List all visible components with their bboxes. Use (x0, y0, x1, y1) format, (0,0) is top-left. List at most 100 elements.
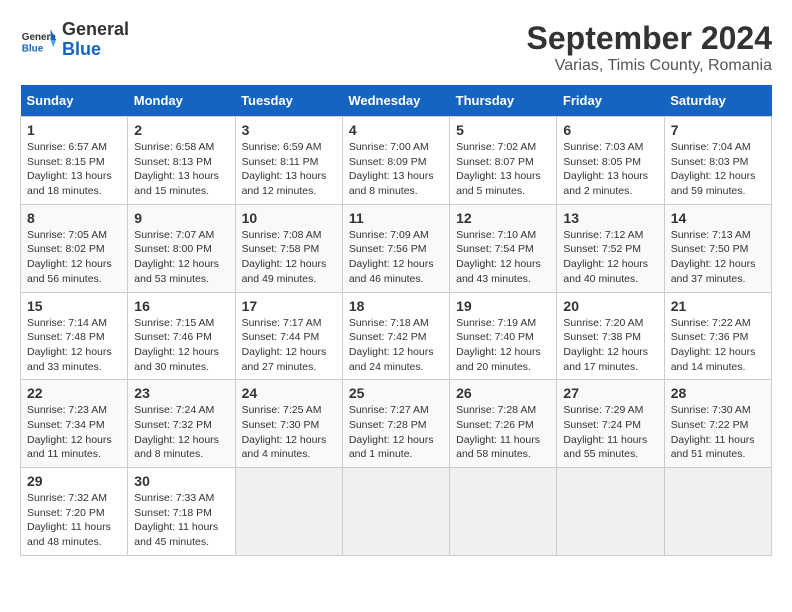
calendar-cell: 4Sunrise: 7:00 AM Sunset: 8:09 PM Daylig… (342, 117, 449, 205)
day-info: Sunrise: 7:12 AM Sunset: 7:52 PM Dayligh… (563, 228, 657, 287)
day-number: 7 (671, 122, 765, 138)
day-number: 6 (563, 122, 657, 138)
day-number: 16 (134, 298, 228, 314)
day-info: Sunrise: 7:32 AM Sunset: 7:20 PM Dayligh… (27, 491, 121, 550)
calendar-cell: 20 Sunrise: 7:20 AM Sunset: 7:38 PM Dayli… (557, 292, 664, 380)
day-info: Sunrise: 7:10 AM Sunset: 7:54 PM Dayligh… (456, 228, 550, 287)
day-number: 20 (563, 298, 657, 314)
col-friday: Friday (557, 85, 664, 117)
day-number: 25 (349, 385, 443, 401)
calendar-week-5: 29 Sunrise: 7:32 AM Sunset: 7:20 PM Dayli… (21, 468, 772, 556)
day-number: 2 (134, 122, 228, 138)
calendar-cell: 18 Sunrise: 7:18 AM Sunset: 7:42 PM Dayli… (342, 292, 449, 380)
logo: General Blue General Blue (20, 20, 129, 60)
calendar-cell (664, 468, 771, 556)
col-saturday: Saturday (664, 85, 771, 117)
calendar-cell: 8Sunrise: 7:05 AM Sunset: 8:02 PM Daylig… (21, 204, 128, 292)
calendar-week-1: 1 Sunrise: 6:57 AM Sunset: 8:15 PM Daylig… (21, 117, 772, 205)
calendar-cell: 11Sunrise: 7:09 AM Sunset: 7:56 PM Dayli… (342, 204, 449, 292)
calendar-cell: 29 Sunrise: 7:32 AM Sunset: 7:20 PM Dayli… (21, 468, 128, 556)
calendar-cell (235, 468, 342, 556)
day-info: Sunrise: 7:07 AM Sunset: 8:00 PM Dayligh… (134, 228, 228, 287)
day-info: Sunrise: 6:59 AM Sunset: 8:11 PM Dayligh… (242, 140, 336, 199)
day-info: Sunrise: 7:15 AM Sunset: 7:46 PM Dayligh… (134, 316, 228, 375)
logo-general: General (62, 19, 129, 39)
day-info: Sunrise: 7:03 AM Sunset: 8:05 PM Dayligh… (563, 140, 657, 199)
day-number: 13 (563, 210, 657, 226)
day-info: Sunrise: 6:57 AM Sunset: 8:15 PM Dayligh… (27, 140, 121, 199)
calendar-week-4: 22Sunrise: 7:23 AM Sunset: 7:34 PM Dayli… (21, 380, 772, 468)
calendar-cell: 12 Sunrise: 7:10 AM Sunset: 7:54 PM Dayli… (450, 204, 557, 292)
calendar-cell: 7 Sunrise: 7:04 AM Sunset: 8:03 PM Daylig… (664, 117, 771, 205)
day-info: Sunrise: 7:09 AM Sunset: 7:56 PM Dayligh… (349, 228, 443, 287)
calendar-cell: 10 Sunrise: 7:08 AM Sunset: 7:58 PM Dayli… (235, 204, 342, 292)
calendar-week-2: 8Sunrise: 7:05 AM Sunset: 8:02 PM Daylig… (21, 204, 772, 292)
day-number: 24 (242, 385, 336, 401)
day-number: 10 (242, 210, 336, 226)
calendar-cell: 15 Sunrise: 7:14 AM Sunset: 7:48 PM Dayli… (21, 292, 128, 380)
calendar-cell: 24 Sunrise: 7:25 AM Sunset: 7:30 PM Dayli… (235, 380, 342, 468)
day-info: Sunrise: 7:05 AM Sunset: 8:02 PM Dayligh… (27, 228, 121, 287)
calendar-cell: 19 Sunrise: 7:19 AM Sunset: 7:40 PM Dayli… (450, 292, 557, 380)
calendar-cell: 21 Sunrise: 7:22 AM Sunset: 7:36 PM Dayli… (664, 292, 771, 380)
day-number: 14 (671, 210, 765, 226)
col-monday: Monday (128, 85, 235, 117)
calendar-cell: 22Sunrise: 7:23 AM Sunset: 7:34 PM Dayli… (21, 380, 128, 468)
calendar-title: September 2024 (527, 20, 772, 57)
logo-text: General Blue (62, 20, 129, 60)
calendar-cell: 3 Sunrise: 6:59 AM Sunset: 8:11 PM Daylig… (235, 117, 342, 205)
calendar-cell: 1 Sunrise: 6:57 AM Sunset: 8:15 PM Daylig… (21, 117, 128, 205)
day-number: 5 (456, 122, 550, 138)
day-number: 9 (134, 210, 228, 226)
calendar-cell: 26 Sunrise: 7:28 AM Sunset: 7:26 PM Dayli… (450, 380, 557, 468)
day-number: 30 (134, 473, 228, 489)
day-number: 26 (456, 385, 550, 401)
calendar-week-3: 15 Sunrise: 7:14 AM Sunset: 7:48 PM Dayli… (21, 292, 772, 380)
day-info: Sunrise: 7:08 AM Sunset: 7:58 PM Dayligh… (242, 228, 336, 287)
day-info: Sunrise: 7:25 AM Sunset: 7:30 PM Dayligh… (242, 403, 336, 462)
day-info: Sunrise: 7:27 AM Sunset: 7:28 PM Dayligh… (349, 403, 443, 462)
day-number: 28 (671, 385, 765, 401)
day-number: 3 (242, 122, 336, 138)
day-info: Sunrise: 7:28 AM Sunset: 7:26 PM Dayligh… (456, 403, 550, 462)
day-number: 1 (27, 122, 121, 138)
day-info: Sunrise: 6:58 AM Sunset: 8:13 PM Dayligh… (134, 140, 228, 199)
day-number: 15 (27, 298, 121, 314)
day-info: Sunrise: 7:20 AM Sunset: 7:38 PM Dayligh… (563, 316, 657, 375)
day-number: 19 (456, 298, 550, 314)
logo-blue: Blue (62, 39, 101, 59)
day-number: 23 (134, 385, 228, 401)
calendar-subtitle: Varias, Timis County, Romania (527, 57, 772, 75)
day-info: Sunrise: 7:18 AM Sunset: 7:42 PM Dayligh… (349, 316, 443, 375)
calendar-cell: 16 Sunrise: 7:15 AM Sunset: 7:46 PM Dayli… (128, 292, 235, 380)
day-info: Sunrise: 7:33 AM Sunset: 7:18 PM Dayligh… (134, 491, 228, 550)
day-info: Sunrise: 7:22 AM Sunset: 7:36 PM Dayligh… (671, 316, 765, 375)
day-info: Sunrise: 7:24 AM Sunset: 7:32 PM Dayligh… (134, 403, 228, 462)
header: General Blue General Blue September 2024… (20, 20, 772, 75)
day-info: Sunrise: 7:04 AM Sunset: 8:03 PM Dayligh… (671, 140, 765, 199)
calendar-cell: 28Sunrise: 7:30 AM Sunset: 7:22 PM Dayli… (664, 380, 771, 468)
day-number: 27 (563, 385, 657, 401)
calendar-cell: 23 Sunrise: 7:24 AM Sunset: 7:32 PM Dayli… (128, 380, 235, 468)
calendar-cell: 5 Sunrise: 7:02 AM Sunset: 8:07 PM Daylig… (450, 117, 557, 205)
day-info: Sunrise: 7:02 AM Sunset: 8:07 PM Dayligh… (456, 140, 550, 199)
calendar-cell: 9 Sunrise: 7:07 AM Sunset: 8:00 PM Daylig… (128, 204, 235, 292)
day-info: Sunrise: 7:17 AM Sunset: 7:44 PM Dayligh… (242, 316, 336, 375)
calendar-cell: 2 Sunrise: 6:58 AM Sunset: 8:13 PM Daylig… (128, 117, 235, 205)
day-number: 29 (27, 473, 121, 489)
day-number: 4 (349, 122, 443, 138)
day-number: 12 (456, 210, 550, 226)
col-wednesday: Wednesday (342, 85, 449, 117)
column-headers: Sunday Monday Tuesday Wednesday Thursday… (21, 85, 772, 117)
day-number: 21 (671, 298, 765, 314)
col-sunday: Sunday (21, 85, 128, 117)
calendar-cell (450, 468, 557, 556)
logo-icon: General Blue (20, 22, 56, 58)
col-tuesday: Tuesday (235, 85, 342, 117)
day-number: 18 (349, 298, 443, 314)
calendar-cell: 6 Sunrise: 7:03 AM Sunset: 8:05 PM Daylig… (557, 117, 664, 205)
day-info: Sunrise: 7:14 AM Sunset: 7:48 PM Dayligh… (27, 316, 121, 375)
day-info: Sunrise: 7:19 AM Sunset: 7:40 PM Dayligh… (456, 316, 550, 375)
calendar-body: 1 Sunrise: 6:57 AM Sunset: 8:15 PM Daylig… (21, 117, 772, 556)
day-number: 22 (27, 385, 121, 401)
